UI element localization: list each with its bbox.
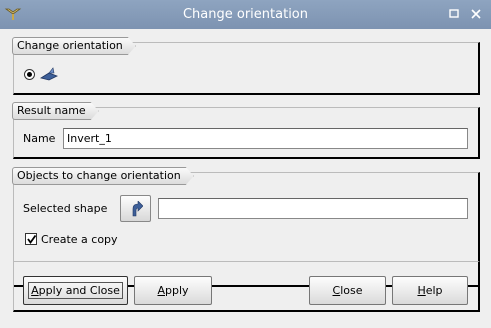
orientation-group-title: Change orientation — [12, 37, 136, 55]
selected-shape-label: Selected shape — [23, 202, 108, 215]
window-title: Change orientation — [182, 7, 309, 22]
title-bar[interactable]: Change orientation — [0, 0, 491, 29]
select-shape-button[interactable] — [120, 195, 151, 222]
help-mnemonic: H — [417, 284, 426, 297]
apply-rest: pply — [165, 284, 189, 297]
orientation-group: Change orientation — [13, 42, 480, 95]
result-group-title: Result name — [12, 102, 99, 120]
create-copy-label[interactable]: Create a copy — [41, 233, 118, 246]
change-orientation-icon — [40, 67, 58, 81]
help-rest: elp — [425, 284, 443, 297]
apply-button[interactable]: Apply — [134, 276, 212, 305]
apply-and-close-button[interactable]: Apply and Close — [23, 276, 128, 305]
orientation-radio[interactable] — [24, 69, 35, 80]
name-field[interactable]: Invert_1 — [63, 128, 468, 149]
select-arrow-icon — [132, 201, 143, 217]
apply-and-close-mnemonic: A — [31, 284, 39, 297]
name-label: Name — [23, 132, 56, 145]
close-icon[interactable] — [467, 5, 485, 23]
close-button[interactable]: Close — [309, 276, 386, 305]
apply-and-close-rest: pply and Close — [38, 284, 120, 297]
help-button[interactable]: Help — [392, 276, 468, 305]
result-name-group: Result name Name Invert_1 — [13, 107, 480, 159]
objects-group-title: Objects to change orientation — [12, 167, 194, 185]
create-copy-checkbox[interactable] — [25, 233, 37, 245]
button-bar: Apply and Close Apply Close Help — [13, 261, 480, 312]
apply-mnemonic: A — [157, 284, 165, 297]
check-icon — [27, 234, 37, 245]
selected-shape-field[interactable] — [158, 198, 468, 219]
dialog-body: Change orientation Result name Name Inve… — [0, 29, 491, 328]
maximize-icon[interactable] — [445, 5, 463, 23]
close-rest: lose — [340, 284, 363, 297]
